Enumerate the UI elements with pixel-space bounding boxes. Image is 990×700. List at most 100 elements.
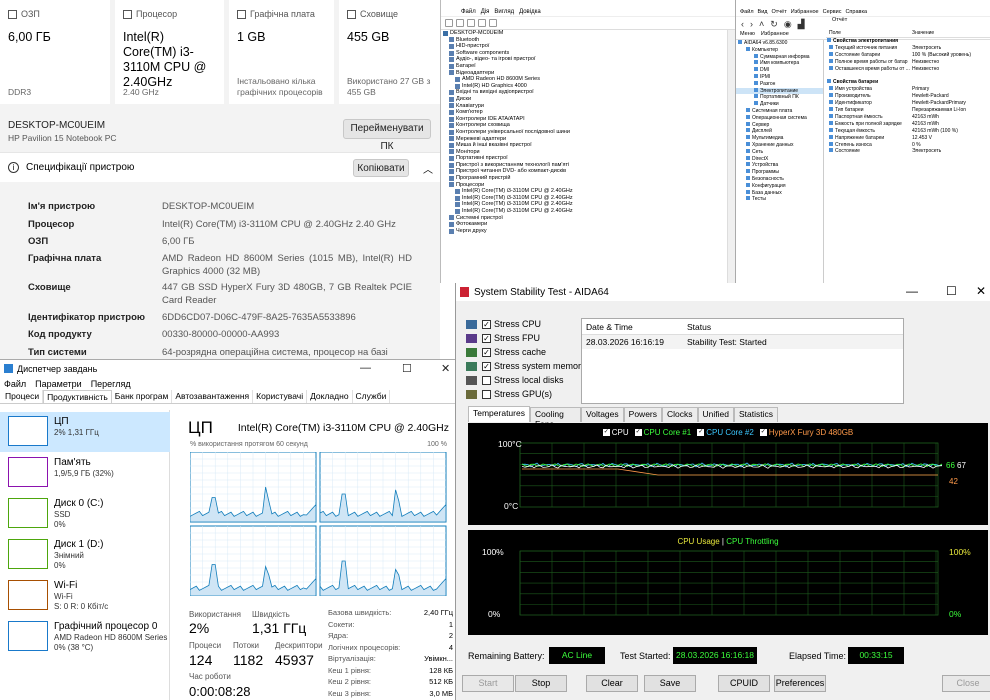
aida-tree-item[interactable]: DirectX bbox=[736, 155, 823, 163]
devmgr-scrollbar[interactable] bbox=[727, 30, 735, 283]
aida-tree-item[interactable]: Операционная система bbox=[736, 114, 823, 122]
aida-tree-item[interactable]: Разгон bbox=[736, 80, 823, 88]
taskmgr-tab[interactable]: Докладно bbox=[307, 390, 353, 403]
device-tree-item[interactable]: Bluetooth bbox=[443, 37, 735, 44]
save-button[interactable]: Save bbox=[644, 675, 696, 692]
checkbox-checked[interactable]: ✓ bbox=[482, 333, 491, 343]
aida-tree-item[interactable]: Конфигурация bbox=[736, 182, 823, 190]
aida-row[interactable]: Ёмкость при полной зарядке 42163 mWh bbox=[826, 120, 990, 128]
checkbox-checked[interactable]: ✓ bbox=[482, 319, 491, 329]
stress-option[interactable]: ✓ Stress cache bbox=[466, 347, 546, 357]
device-tree-item[interactable]: Контролери універсальної послідовної шин… bbox=[443, 129, 735, 136]
aida-tree-item[interactable]: Хранение данных bbox=[736, 141, 823, 149]
taskmgr-menu-item[interactable]: Перегляд bbox=[91, 379, 131, 389]
stability-tab[interactable]: Unified bbox=[697, 407, 734, 422]
close-icon[interactable]: ✕ bbox=[976, 284, 986, 298]
aida-row[interactable]: Тип батареи Перезаряжаемая Li-Ion bbox=[826, 106, 990, 114]
device-tree-item[interactable]: Intel(R) Core(TM) i3-3110M CPU @ 2.40GHz bbox=[443, 195, 735, 202]
aida-row[interactable]: Имя устройства Primary bbox=[826, 86, 990, 93]
aida-tree-item[interactable]: Безопасность bbox=[736, 175, 823, 183]
aida-row[interactable]: Оставшееся время работы от ... Неизвестно bbox=[826, 65, 990, 73]
device-tree-item[interactable]: Комп'ютер bbox=[443, 109, 735, 116]
aida-tree-item[interactable]: Устройства bbox=[736, 162, 823, 169]
resource-item[interactable]: ЦП 2% 1,31 ГГц bbox=[0, 412, 170, 452]
aida-tree-item[interactable]: Датчики bbox=[736, 101, 823, 108]
aida-row[interactable]: Степень износа 0 % bbox=[826, 141, 990, 149]
aida-row[interactable]: Состояние батареи 100 % (Высокий уровень) bbox=[826, 51, 990, 59]
back-icon[interactable] bbox=[445, 19, 453, 27]
device-tree-item[interactable]: Портативні пристрої bbox=[443, 155, 735, 162]
device-tree-item[interactable]: Монітори bbox=[443, 149, 735, 156]
stability-tab[interactable]: Clocks bbox=[662, 407, 698, 422]
taskmgr-tab[interactable]: Банк програм bbox=[112, 390, 173, 403]
device-tree-item[interactable]: HID-пристрої bbox=[443, 43, 735, 50]
aida-tree-item[interactable]: Дисплей bbox=[736, 128, 823, 135]
checkbox-checked[interactable]: ✓ bbox=[482, 361, 491, 371]
device-specs-header[interactable]: i Специфікації пристрою Копіювати ︿ bbox=[0, 152, 440, 182]
device-tree-item[interactable]: Диски bbox=[443, 96, 735, 103]
aida-tree-item[interactable]: Мультимедиа bbox=[736, 135, 823, 142]
aida-row[interactable]: Свойства электропитания bbox=[826, 37, 990, 45]
aida-tree-item[interactable]: Сеть bbox=[736, 148, 823, 156]
taskmgr-menu-item[interactable]: Файл bbox=[4, 379, 26, 389]
devmgr-menu-item[interactable]: Дія bbox=[481, 8, 490, 16]
device-tree-item[interactable]: Аудіо-, відео- та ігрові пристрої bbox=[443, 56, 735, 63]
aida-menu-item[interactable]: Вид bbox=[758, 8, 768, 16]
device-tree-item[interactable]: Фотокамери bbox=[443, 221, 735, 228]
stress-option[interactable]: ✓ Stress system memory bbox=[466, 361, 586, 371]
user-icon[interactable]: ◉ bbox=[784, 19, 792, 30]
aida-report-label[interactable]: Отчёт bbox=[832, 17, 847, 23]
checkbox-checked[interactable]: ✓ bbox=[482, 347, 491, 357]
chevron-up-icon[interactable]: ︿ bbox=[423, 161, 433, 176]
scan-icon[interactable] bbox=[489, 19, 497, 27]
chart-icon[interactable]: ▟ bbox=[798, 19, 805, 30]
clear-button[interactable]: Clear bbox=[586, 675, 638, 692]
resource-item[interactable]: Пам'ять 1,9/5,9 ГБ (32%) bbox=[0, 453, 170, 493]
aida-tree-item[interactable]: База данных bbox=[736, 189, 823, 197]
aida-row[interactable]: Свойства батареи bbox=[826, 79, 990, 86]
device-tree-item[interactable]: Контролери сховища bbox=[443, 122, 735, 129]
taskmgr-tab[interactable]: Автозавантаження bbox=[172, 390, 254, 403]
aida-row[interactable]: Паспортная ёмкость 42163 mWh bbox=[826, 113, 990, 121]
taskmgr-tab[interactable]: Користувачі bbox=[253, 390, 308, 403]
minimize-icon[interactable]: — bbox=[360, 362, 371, 374]
forward-icon[interactable] bbox=[456, 19, 464, 27]
device-tree-item[interactable]: Software components bbox=[443, 50, 735, 57]
stress-option[interactable]: ✓ Stress FPU bbox=[466, 333, 540, 343]
aida-tree-item[interactable]: Системная плата bbox=[736, 107, 823, 115]
taskmgr-tab[interactable]: Служби bbox=[353, 390, 391, 403]
device-tree-item[interactable]: Intel(R) Core(TM) i3-3110M CPU @ 2.40GHz bbox=[443, 201, 735, 208]
aida-tree-item[interactable]: Программы bbox=[736, 169, 823, 176]
aida-row[interactable]: Полное время работы от батар Неизвестно bbox=[826, 58, 990, 66]
aida-row[interactable]: Производитель Hewlett-Packard bbox=[826, 93, 990, 100]
devmgr-menu-item[interactable]: Довідка bbox=[519, 8, 541, 16]
devmgr-menu-item[interactable]: Файл bbox=[461, 8, 476, 16]
aida-tab[interactable]: Меню bbox=[740, 31, 755, 39]
minimize-icon[interactable]: — bbox=[906, 284, 918, 298]
maximize-icon[interactable]: ☐ bbox=[946, 284, 957, 298]
aida-row[interactable]: Текущая ёмкость 42163 mWh (100 %) bbox=[826, 127, 990, 135]
stop-button[interactable]: Stop bbox=[515, 675, 567, 692]
aida-menu-item[interactable]: Справка bbox=[845, 8, 867, 16]
taskmgr-menu-item[interactable]: Параметри bbox=[35, 379, 82, 389]
device-tree-item[interactable]: Intel(R) Core(TM) i3-3110M CPU @ 2.40GHz bbox=[443, 208, 735, 215]
devmgr-menu-item[interactable]: Вигляд bbox=[494, 8, 514, 16]
device-tree-item[interactable]: Вхідні та вихідні аудіопристрої bbox=[443, 89, 735, 96]
aida-menu-item[interactable]: Избранное bbox=[791, 8, 819, 16]
aida-menu-item[interactable]: Файл bbox=[740, 8, 754, 16]
resource-item[interactable]: Wi-Fi Wi-Fi S: 0 R: 0 Кбіт/с bbox=[0, 576, 170, 616]
resource-item[interactable]: Диск 1 (D:) Знімний 0% bbox=[0, 535, 170, 575]
rename-pc-button[interactable]: Перейменувати ПК bbox=[343, 119, 431, 152]
device-tree-item[interactable]: Миша й інші вказівні пристрої bbox=[443, 142, 735, 149]
resource-item[interactable]: Диск 0 (C:) SSD 0% bbox=[0, 494, 170, 534]
stress-option[interactable]: Stress GPU(s) bbox=[466, 389, 552, 399]
device-tree-item[interactable]: DESKTOP-MC0UEIM bbox=[443, 30, 735, 37]
device-tree-item[interactable]: Черги друку bbox=[443, 228, 735, 235]
checkbox-unchecked[interactable] bbox=[482, 389, 491, 399]
stability-tab[interactable]: Voltages bbox=[581, 407, 624, 422]
aida-row[interactable]: Состояние Электросеть bbox=[826, 148, 990, 155]
stability-tab[interactable]: Cooling Fans bbox=[529, 407, 582, 429]
device-tree-item[interactable]: Відеоадаптери bbox=[443, 70, 735, 77]
stability-tab[interactable]: Statistics bbox=[733, 407, 778, 422]
aida-menu-item[interactable]: Отчёт bbox=[771, 8, 786, 16]
